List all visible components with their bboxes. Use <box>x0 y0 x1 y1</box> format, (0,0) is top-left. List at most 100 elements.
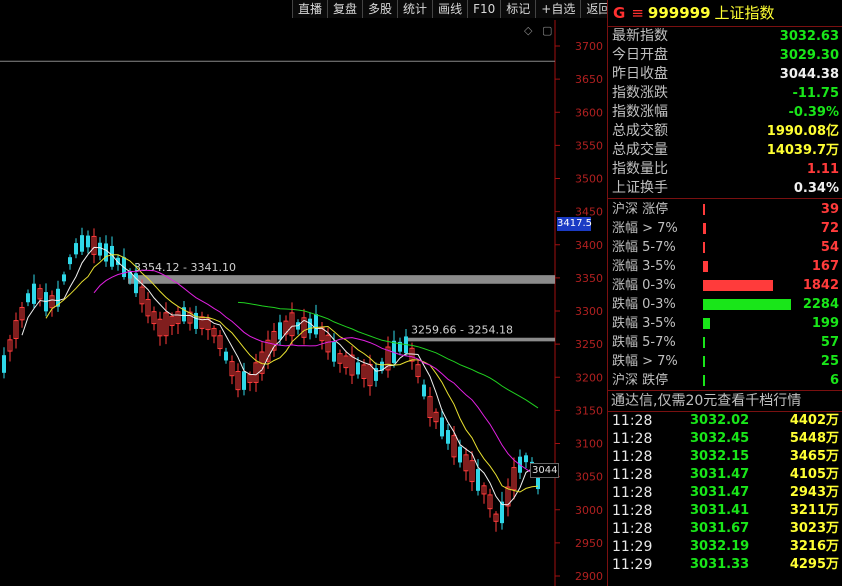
tick-price: 3032.45 <box>690 431 750 446</box>
tick-row: 11:29 3031.33 4295万 <box>608 556 842 574</box>
last-price-tag: 3044 <box>530 463 560 478</box>
toolbar-button-7[interactable]: +自选 <box>535 0 581 18</box>
distribution-bar <box>703 356 705 367</box>
diamond-icon[interactable]: ◇ <box>524 24 532 37</box>
tick-time: 11:28 <box>612 449 653 465</box>
toolbar-button-4[interactable]: 画线 <box>432 0 468 18</box>
candle-body <box>278 322 282 340</box>
candle-body <box>26 293 30 303</box>
tick-time: 11:28 <box>612 521 653 537</box>
stat-row: 指数涨跌 -11.75 <box>608 84 842 103</box>
tick-price: 3031.47 <box>690 467 750 482</box>
y-tick-label: 3400 <box>575 239 603 252</box>
kline-chart-canvas[interactable]: 3700365036003550350034503400335033003250… <box>0 0 606 586</box>
kline-chart[interactable]: 3700 3650 3600 3550 3500 3450 3400 3350 3300 3250… <box>0 0 616 586</box>
candle-body <box>458 446 462 463</box>
tick-row: 11:28 3032.15 3465万 <box>608 448 842 466</box>
distribution-row[interactable]: 沪深 涨停 39 <box>608 200 842 219</box>
square-icon[interactable]: ▢ <box>542 24 552 37</box>
up-down-distribution: 沪深 涨停 39 涨幅 > 7% 72 涨幅 5-7% 54 涨幅 3-5% 167 涨幅 0-… <box>608 199 842 390</box>
candle-body <box>74 243 78 255</box>
security-title: G ≡ 999999 上证指数 <box>608 0 842 27</box>
stat-label: 指数量比 <box>612 161 668 177</box>
y-tick-label: 3600 <box>575 106 603 119</box>
stat-value: 0.34% <box>793 181 839 196</box>
toolbar-button-1[interactable]: 复盘 <box>327 0 363 18</box>
distribution-row[interactable]: 跌幅 5-7% 57 <box>608 333 842 352</box>
stat-value: -11.75 <box>792 86 839 101</box>
candle-body <box>32 283 36 304</box>
distribution-count: 57 <box>820 335 839 350</box>
distribution-row[interactable]: 跌幅 > 7% 25 <box>608 352 842 371</box>
tick-row: 11:28 3032.45 5448万 <box>608 430 842 448</box>
distribution-row[interactable]: 涨幅 3-5% 167 <box>608 257 842 276</box>
tick-volume: 5448万 <box>789 431 839 446</box>
toolbar-button-5[interactable]: F10 <box>467 0 501 18</box>
distribution-row[interactable]: 跌幅 0-3% 2284 <box>608 295 842 314</box>
candle-body <box>86 235 90 248</box>
candle-body <box>356 362 360 375</box>
stat-row: 总成交额 1990.08亿 <box>608 122 842 141</box>
toolbar-button-6[interactable]: 标记 <box>500 0 536 18</box>
stat-row: 指数涨幅 -0.39% <box>608 103 842 122</box>
tick-time: 11:29 <box>612 557 653 573</box>
distribution-row[interactable]: 涨幅 > 7% 72 <box>608 219 842 238</box>
current-price-tag: 3417.5 <box>557 217 592 231</box>
stat-row: 昨日收盘 3044.38 <box>608 65 842 84</box>
menu-icon[interactable]: ≡ <box>631 4 644 22</box>
tick-volume: 3465万 <box>789 449 839 464</box>
tick-row: 11:28 3031.41 3211万 <box>608 502 842 520</box>
stat-label: 指数涨跌 <box>612 85 668 101</box>
distribution-bar <box>703 318 710 329</box>
tick-volume: 3211万 <box>789 503 839 518</box>
stat-value: 14039.7万 <box>766 143 839 158</box>
stat-value: 3044.38 <box>779 67 839 82</box>
chart-toolbar: 直播 复盘 多股 统计 画线 F10 标记 +自选 返回 <box>292 0 616 18</box>
notice-banner[interactable]: 通达信,仅需20元查看千档行情 <box>608 390 842 412</box>
candle-body <box>422 384 426 397</box>
resistance-zone-label: 3354.12 - 3341.10 <box>134 261 236 274</box>
stat-label: 总成交量 <box>612 142 668 158</box>
stat-value: 3032.63 <box>779 29 839 44</box>
distribution-row[interactable]: 跌幅 3-5% 199 <box>608 314 842 333</box>
distribution-count: 167 <box>811 259 839 274</box>
security-code: 999999 <box>647 4 711 22</box>
distribution-label: 涨幅 0-3% <box>612 278 676 293</box>
stat-label: 指数涨幅 <box>612 104 668 120</box>
tick-row: 11:28 3031.67 3023万 <box>608 520 842 538</box>
y-tick-label: 2900 <box>575 570 603 583</box>
candle-body <box>80 235 84 252</box>
distribution-count: 1842 <box>802 278 839 293</box>
candle-body <box>104 243 108 262</box>
distribution-row[interactable]: 沪深 跌停 6 <box>608 371 842 390</box>
resistance-zone <box>405 337 555 342</box>
stat-value: 1990.08亿 <box>766 124 839 139</box>
distribution-bar <box>703 337 705 348</box>
tick-price: 3031.33 <box>690 557 750 572</box>
tick-price: 3031.47 <box>690 485 750 500</box>
y-tick-label: 3100 <box>575 438 603 451</box>
candle-body <box>314 314 318 335</box>
toolbar-button-0[interactable]: 直播 <box>292 0 328 18</box>
distribution-count: 54 <box>820 240 839 255</box>
y-tick-label: 3350 <box>575 272 603 285</box>
y-tick-label: 3000 <box>575 504 603 517</box>
tick-row: 11:28 3032.02 4402万 <box>608 412 842 430</box>
tick-price: 3032.15 <box>690 449 750 464</box>
distribution-label: 跌幅 0-3% <box>612 297 676 312</box>
distribution-label: 涨幅 > 7% <box>612 221 678 236</box>
distribution-row[interactable]: 涨幅 5-7% 54 <box>608 238 842 257</box>
distribution-bar <box>703 223 706 234</box>
tick-time: 11:28 <box>612 431 653 447</box>
toolbar-button-2[interactable]: 多股 <box>362 0 398 18</box>
distribution-bar <box>703 375 705 386</box>
stat-value: -0.39% <box>788 105 840 120</box>
tick-price: 3031.67 <box>690 521 750 536</box>
g-icon[interactable]: G <box>613 4 625 22</box>
tick-list[interactable]: 11:28 3032.02 4402万 11:28 3032.45 5448万 11:28 3… <box>608 412 842 574</box>
tick-volume: 4295万 <box>789 557 839 572</box>
toolbar-button-3[interactable]: 统计 <box>397 0 433 18</box>
stat-row: 上证换手 0.34% <box>608 179 842 198</box>
y-tick-label: 3500 <box>575 173 603 186</box>
distribution-row[interactable]: 涨幅 0-3% 1842 <box>608 276 842 295</box>
